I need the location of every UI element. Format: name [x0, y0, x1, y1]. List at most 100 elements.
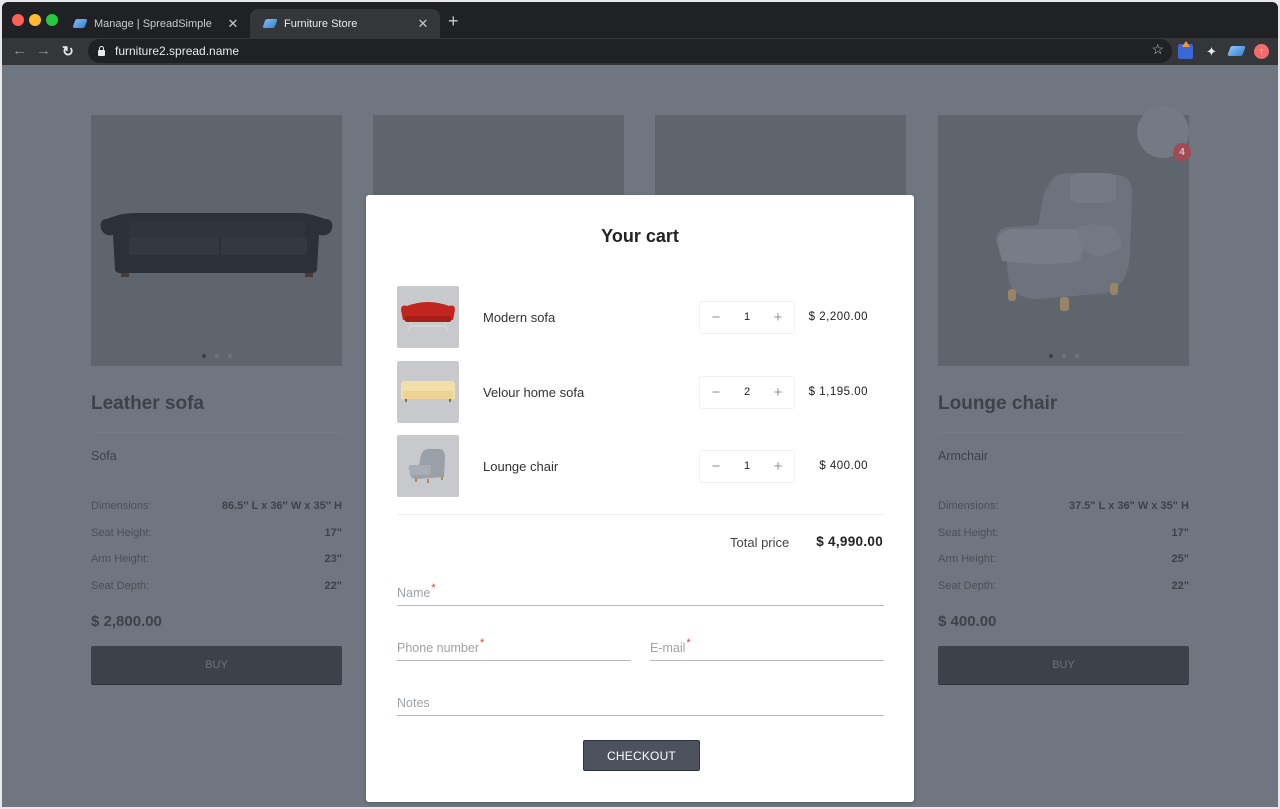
- cart-item-thumbnail: [397, 435, 459, 497]
- tab-title: Manage | SpreadSimple: [94, 17, 212, 30]
- quantity-value[interactable]: 1: [744, 311, 750, 323]
- store-page: Leather sofa Sofa Dimensions: 86.5″ L x 3…: [2, 65, 1278, 807]
- spec-label: Seat Depth:: [91, 580, 150, 593]
- decrease-quantity-button[interactable]: −: [710, 309, 722, 326]
- carousel-dot[interactable]: [1048, 354, 1053, 358]
- increase-quantity-button[interactable]: +: [772, 309, 784, 326]
- product-specs: Dimensions: 37.5" L x 36" W x 35" H Seat …: [938, 500, 1189, 607]
- spec-label: Seat Height:: [938, 526, 999, 539]
- email-input[interactable]: [650, 636, 884, 660]
- cart-count-badge: 4: [1173, 143, 1191, 161]
- spec-label: Seat Height:: [91, 526, 152, 539]
- product-card: Leather sofa Sofa Dimensions: 86.5″ L x 3…: [91, 115, 342, 685]
- forward-arrow-icon[interactable]: →: [36, 41, 51, 61]
- minimize-window-button[interactable]: [29, 14, 41, 26]
- spreadsimple-favicon-icon: [72, 19, 88, 28]
- lock-icon: [98, 45, 105, 56]
- lounge-chair-image: [408, 449, 445, 483]
- product-category: Armchair: [938, 449, 989, 463]
- quantity-stepper: − 2 +: [699, 375, 795, 409]
- maximize-window-button[interactable]: [46, 14, 58, 26]
- extensions-puzzle-icon[interactable]: ✦: [1204, 44, 1219, 59]
- profile-extension-icon[interactable]: ↑: [1254, 44, 1269, 59]
- carousel-dot[interactable]: [1074, 354, 1079, 358]
- spec-row: Seat Depth: 22": [91, 580, 342, 607]
- name-input[interactable]: [397, 581, 884, 605]
- cart-item: Lounge chair − 1 + $ 400.00: [397, 435, 884, 497]
- spec-row: Arm Height: 23": [91, 553, 342, 580]
- product-card: Lounge chair Armchair Dimensions: 37.5" L…: [938, 115, 1189, 685]
- modern-sofa-image: [401, 302, 455, 333]
- spec-value: 17": [1171, 526, 1189, 539]
- bookmark-star-icon[interactable]: ☆: [1151, 41, 1164, 58]
- spec-row: Arm Height: 25": [938, 553, 1189, 580]
- carousel-dots: [938, 354, 1189, 358]
- email-field[interactable]: E-mail*: [650, 635, 884, 661]
- carousel-dot[interactable]: [227, 354, 232, 358]
- carousel-dot[interactable]: [214, 354, 219, 358]
- buy-button[interactable]: BUY: [91, 645, 342, 685]
- product-price: $ 2,800.00: [91, 612, 162, 630]
- new-tab-button[interactable]: +: [448, 12, 459, 30]
- close-tab-icon[interactable]: ✕: [226, 16, 240, 32]
- spreadsimple-favicon-icon: [262, 19, 278, 28]
- close-window-button[interactable]: [12, 14, 24, 26]
- cart-item-price: $ 400.00: [819, 460, 868, 472]
- lounge-chair-image: [996, 173, 1132, 311]
- cart-item-price: $ 2,200.00: [808, 311, 868, 323]
- total-price-label: Total price: [730, 535, 790, 550]
- browser-toolbar: ← → ↻ furniture2.spread.name ☆ ✦ ↑: [2, 38, 1278, 65]
- spec-value: 25": [1171, 553, 1189, 566]
- close-tab-icon[interactable]: ✕: [416, 16, 430, 32]
- increase-quantity-button[interactable]: +: [772, 458, 784, 475]
- notes-field[interactable]: Notes: [397, 690, 884, 716]
- carousel-dots: [91, 354, 342, 358]
- tab-title: Furniture Store: [284, 17, 358, 30]
- phone-input[interactable]: [397, 636, 631, 660]
- quantity-stepper: − 1 +: [699, 449, 795, 483]
- carousel-dot[interactable]: [201, 354, 206, 358]
- spec-row: Seat Height: 17": [91, 527, 342, 554]
- cart-item: Modern sofa − 1 + $ 2,200.00: [397, 286, 884, 348]
- spec-label: Dimensions:: [91, 500, 152, 512]
- quantity-stepper: − 1 +: [699, 300, 795, 334]
- quantity-value[interactable]: 2: [744, 386, 750, 398]
- cart-item-name: Lounge chair: [483, 458, 559, 474]
- spec-value: 22": [1171, 580, 1189, 593]
- cart-item: Velour home sofa − 2 + $ 1,195.00: [397, 361, 884, 423]
- cart-item-name: Velour home sofa: [483, 384, 585, 400]
- spec-label: Arm Height:: [91, 553, 150, 566]
- spec-label: Arm Height:: [938, 553, 997, 566]
- product-specs: Dimensions: 86.5″ L x 36″ W x 35″ H Seat …: [91, 500, 342, 607]
- image-upload-extension-icon[interactable]: [1178, 41, 1193, 59]
- url-text[interactable]: furniture2.spread.name: [115, 44, 239, 58]
- buy-button[interactable]: BUY: [938, 645, 1189, 685]
- quantity-value[interactable]: 1: [744, 460, 750, 472]
- velour-sofa-image: [401, 380, 455, 402]
- address-bar[interactable]: furniture2.spread.name ☆: [88, 39, 1172, 63]
- product-name: Leather sofa: [91, 393, 204, 414]
- spec-value: 37.5" L x 36" W x 35" H: [1068, 500, 1189, 512]
- tab-manage-spreadsimple[interactable]: Manage | SpreadSimple ✕: [60, 9, 250, 38]
- leather-sofa-image: [100, 213, 333, 277]
- product-category: Sofa: [91, 449, 117, 463]
- cart-modal: Your cart Modern sofa − 1 + $ 2,200.00 V…: [366, 195, 914, 802]
- cart-item-name: Modern sofa: [483, 309, 556, 325]
- product-price: $ 400.00: [938, 612, 997, 630]
- divider: [91, 432, 342, 433]
- spreadsimple-extension-icon[interactable]: [1227, 46, 1246, 56]
- increase-quantity-button[interactable]: +: [772, 384, 784, 401]
- spec-value: 23": [324, 553, 342, 566]
- notes-input[interactable]: [397, 691, 884, 715]
- reload-icon[interactable]: ↻: [62, 41, 74, 61]
- carousel-dot[interactable]: [1061, 354, 1066, 358]
- checkout-button[interactable]: CHECKOUT: [583, 740, 700, 771]
- spec-row: Dimensions: 86.5″ L x 36″ W x 35″ H: [91, 500, 342, 527]
- product-image-carousel[interactable]: [91, 115, 342, 366]
- phone-field[interactable]: Phone number*: [397, 635, 631, 661]
- tab-furniture-store[interactable]: Furniture Store ✕: [250, 9, 440, 38]
- back-arrow-icon[interactable]: ←: [12, 41, 27, 61]
- decrease-quantity-button[interactable]: −: [710, 458, 722, 475]
- name-field[interactable]: Name*: [397, 580, 884, 606]
- decrease-quantity-button[interactable]: −: [710, 384, 722, 401]
